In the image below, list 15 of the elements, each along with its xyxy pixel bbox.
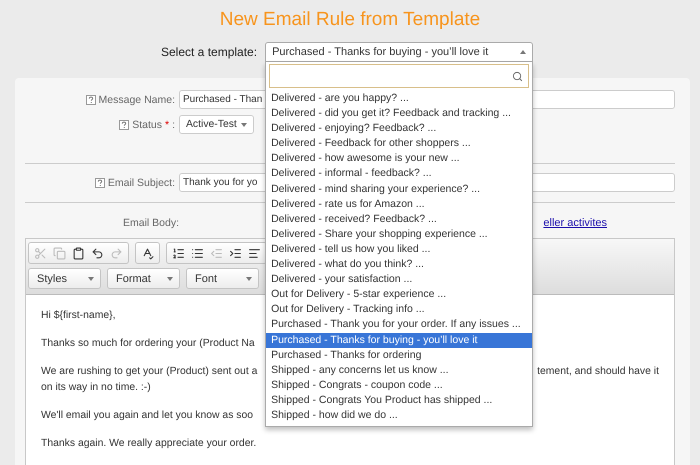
body-text: We are rushing to get your (Product) sent out a	[41, 365, 258, 379]
field-label: Email Subject:	[108, 176, 175, 188]
field-label: Status	[132, 118, 162, 130]
body-text: on its way in no time. :-)	[41, 381, 151, 395]
body-text: Hi ${first-name},	[41, 309, 116, 323]
body-text: tement, and should have it	[537, 365, 659, 379]
field-label: Message Name:	[98, 94, 175, 106]
page-title: New Email Rule from Template	[218, 9, 482, 32]
label-colon: :	[172, 118, 175, 130]
body-text: Thanks so much for ordering your (Product Na	[41, 337, 255, 351]
field-label: Email Body:	[123, 217, 180, 229]
template-label: Select a template:	[161, 45, 258, 59]
body-text: We'll email you again and let you know as soo	[41, 409, 254, 423]
body-text: Thanks again. We really appreciate your order.	[41, 437, 256, 451]
required-mark: *	[164, 118, 170, 130]
